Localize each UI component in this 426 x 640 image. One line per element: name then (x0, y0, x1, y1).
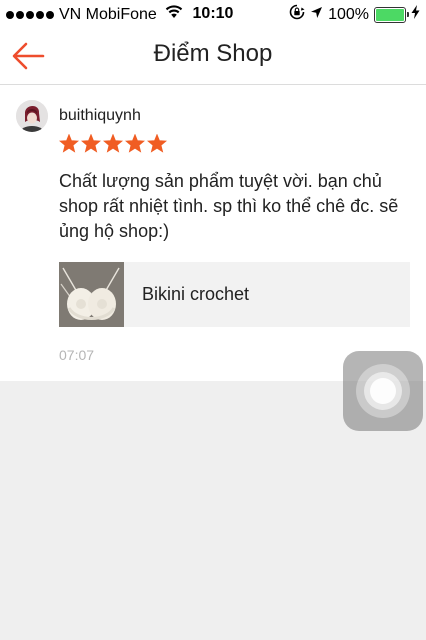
star-icon (125, 134, 145, 153)
page-title: Điểm Shop (153, 40, 273, 67)
star-icon (81, 134, 101, 153)
review-card: buithiquynh Chất lượng sản phẩm tuyệt vờ… (0, 85, 426, 381)
product-thumbnail (59, 262, 124, 327)
status-right: 100% (289, 4, 420, 25)
review-text: Chất lượng sản phẩm tuyệt vời. bạn chủ s… (59, 171, 399, 241)
nav-bar: Điểm Shop (0, 28, 426, 85)
status-bar: VN MobiFone 10:10 100% (0, 0, 426, 28)
avatar[interactable] (16, 100, 48, 132)
signal-dots-icon (6, 10, 54, 19)
battery-percent: 100% (328, 5, 369, 23)
product-name: Bikini crochet (142, 284, 250, 304)
location-arrow-icon (310, 6, 323, 24)
reviewer-name[interactable]: buithiquynh (59, 107, 141, 125)
star-rating (59, 134, 167, 153)
orientation-lock-icon (289, 4, 305, 25)
battery-icon (374, 6, 409, 23)
star-icon (147, 134, 167, 153)
wifi-icon (165, 5, 183, 24)
star-icon (59, 134, 79, 153)
charging-bolt-icon (411, 5, 420, 24)
status-left: VN MobiFone (6, 5, 183, 24)
product-link[interactable]: Bikini crochet (59, 262, 410, 327)
review-timestamp: 07:07 (59, 347, 95, 363)
star-icon (103, 134, 123, 153)
carrier-label: VN MobiFone (59, 5, 157, 23)
assistive-touch-button[interactable] (343, 351, 423, 431)
